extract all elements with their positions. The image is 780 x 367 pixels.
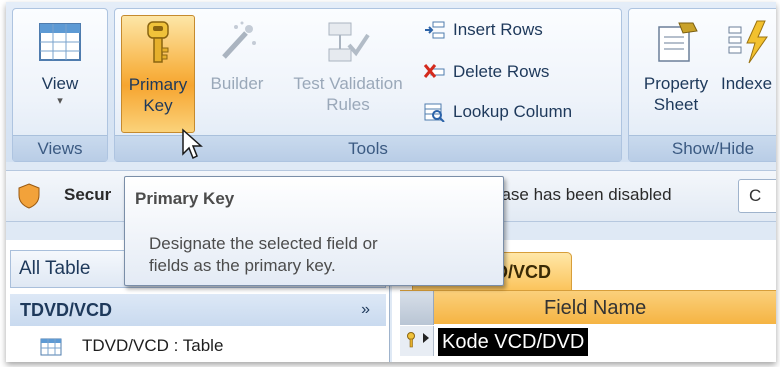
primary-key-label-line1: Primary bbox=[128, 75, 188, 94]
insert-rows-button[interactable]: Insert Rows bbox=[419, 17, 543, 43]
access-window: View ▾ Views Primary Key Builder Test Va… bbox=[6, 2, 776, 362]
security-warning-text-left: Secur bbox=[64, 185, 112, 204]
select-all-corner[interactable] bbox=[400, 291, 434, 325]
indexes-button[interactable]: Indexe bbox=[721, 15, 776, 133]
view-button-label: View bbox=[41, 74, 79, 93]
insert-rows-label: Insert Rows bbox=[453, 20, 543, 39]
validation-check-icon bbox=[325, 19, 371, 65]
test-validation-rules-button[interactable]: Test Validation Rules bbox=[277, 15, 419, 133]
field-name-column-header[interactable]: Field Name bbox=[544, 291, 646, 325]
test-validation-label-line2: Rules bbox=[326, 95, 370, 114]
builder-button[interactable]: Builder bbox=[201, 15, 273, 133]
nav-group-tdvd-vcd[interactable]: TDVD/VCD » bbox=[10, 294, 386, 326]
lookup-column-icon bbox=[423, 102, 445, 123]
tooltip-body-line2: fields as the primary key. bbox=[149, 256, 336, 275]
property-sheet-button[interactable]: Property Sheet bbox=[633, 15, 719, 133]
row-selector[interactable] bbox=[400, 326, 434, 356]
tooltip-title: Primary Key bbox=[135, 189, 235, 208]
collapse-chevron-icon[interactable]: » bbox=[361, 294, 370, 326]
design-grid-header: Field Name bbox=[400, 290, 776, 325]
delete-rows-button[interactable]: Delete Rows bbox=[419, 59, 549, 85]
showhide-group: Property Sheet Indexe Show/Hide bbox=[628, 8, 776, 162]
property-sheet-label-line2: Sheet bbox=[653, 95, 699, 114]
delete-rows-icon bbox=[423, 62, 445, 82]
nav-item-label: TDVD/VCD : Table bbox=[82, 336, 224, 355]
insert-rows-icon bbox=[423, 20, 445, 40]
primary-key-tooltip: Primary Key Designate the selected field… bbox=[124, 176, 504, 286]
field-name-cell[interactable]: Kode VCD/DVD bbox=[438, 328, 589, 356]
nav-group-label: TDVD/VCD bbox=[20, 300, 113, 320]
test-validation-label-line1: Test Validation bbox=[293, 74, 403, 93]
property-sheet-label-line1: Property bbox=[643, 74, 709, 93]
datasheet-view-icon bbox=[37, 19, 83, 65]
magic-wand-icon bbox=[214, 19, 260, 65]
lookup-column-label: Lookup Column bbox=[453, 102, 573, 121]
view-dropdown-arrow-icon: ▾ bbox=[57, 95, 63, 107]
lookup-column-button[interactable]: Lookup Column bbox=[419, 99, 572, 125]
primary-key-button[interactable]: Primary Key bbox=[121, 15, 195, 133]
security-options-button[interactable]: C bbox=[738, 179, 776, 213]
delete-rows-label: Delete Rows bbox=[453, 62, 550, 81]
mouse-pointer-icon bbox=[181, 128, 207, 162]
ribbon: View ▾ Views Primary Key Builder Test Va… bbox=[6, 2, 776, 162]
nav-item-table[interactable]: TDVD/VCD : Table bbox=[10, 332, 386, 360]
primary-key-label-line2: Key bbox=[143, 96, 173, 115]
tooltip-body: Designate the selected field or fields a… bbox=[149, 233, 489, 277]
primary-key-row-icon bbox=[406, 332, 420, 351]
tooltip-body-line1: Designate the selected field or bbox=[149, 234, 378, 253]
indexes-lightning-icon bbox=[727, 19, 773, 65]
indexes-label: Indexe bbox=[721, 74, 773, 93]
security-shield-icon bbox=[18, 183, 40, 214]
showhide-group-label: Show/Hide bbox=[629, 135, 776, 161]
security-warning-text-right: base has been disabled bbox=[492, 185, 672, 204]
current-row-arrow-icon bbox=[422, 332, 430, 347]
key-icon bbox=[135, 20, 181, 66]
table-icon bbox=[40, 337, 62, 356]
views-group: View ▾ Views bbox=[12, 8, 108, 162]
view-button[interactable]: View ▾ bbox=[19, 15, 101, 133]
views-group-label: Views bbox=[13, 135, 107, 161]
builder-label: Builder bbox=[210, 74, 264, 93]
property-sheet-icon bbox=[653, 19, 699, 65]
